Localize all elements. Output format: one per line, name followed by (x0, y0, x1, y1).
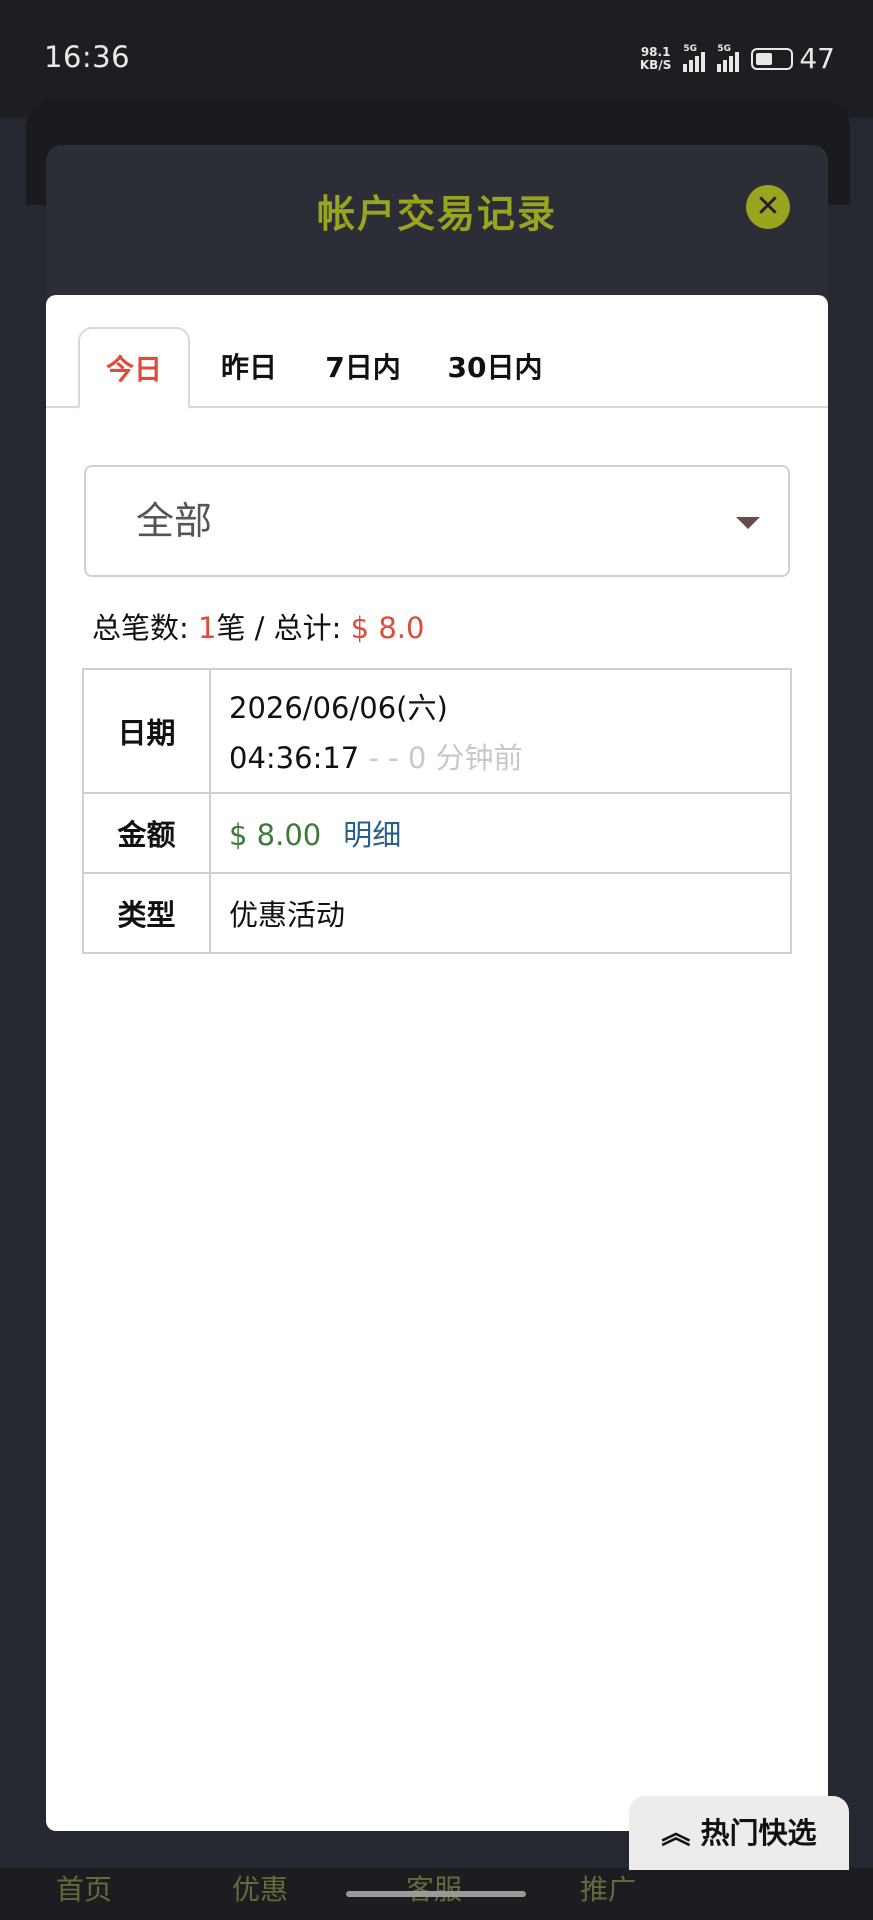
time-value: 04:36:17 (229, 741, 360, 775)
date-range-tabs: 今日 昨日 7日内 30日内 (46, 295, 828, 409)
table-row: 金额 $ 8.00 明细 (82, 792, 792, 874)
caret-down-icon (736, 517, 760, 529)
bg-nav-promo: 优惠 (232, 1873, 289, 1906)
net-speed-value: 98.1 (640, 44, 671, 59)
count-value: 1 (198, 611, 217, 645)
bg-nav-referral: 推广 (580, 1873, 637, 1906)
network-speed: 98.1 KB/S (639, 44, 672, 72)
amount-cell: $ 8.00 明细 (209, 792, 792, 874)
close-icon[interactable]: ✕ (746, 185, 790, 229)
time-ago: - - 0 分钟前 (359, 741, 523, 775)
date-cell: 2026/06/06(六) 04:36:17 - - 0 分钟前 (209, 668, 792, 794)
detail-link[interactable]: 明细 (343, 818, 401, 852)
tab-7-days[interactable]: 7日内 (308, 327, 418, 409)
sim2-label: 5G (717, 43, 732, 54)
summary-line: 总笔数: 1笔 / 总计: $ 8.0 (92, 605, 424, 647)
type-value: 优惠活动 (209, 872, 792, 954)
date-label: 日期 (82, 668, 211, 794)
count-unit: 笔 / 总计: (216, 611, 351, 645)
hot-quick-label: 热门快选 (700, 1816, 817, 1850)
type-filter-select[interactable]: 全部 (84, 465, 790, 577)
tab-30-days[interactable]: 30日内 (432, 327, 558, 409)
bg-nav-service: 客服 (406, 1873, 463, 1906)
tab-yesterday[interactable]: 昨日 (204, 327, 294, 409)
battery-level: 47 (799, 42, 835, 75)
type-label: 类型 (82, 872, 211, 954)
net-speed-unit: KB/S (639, 57, 672, 72)
modal-title: 帐户交易记录 (316, 192, 557, 236)
record-panel: 今日 昨日 7日内 30日内 全部 总笔数: 1笔 / 总计: $ 8.0 日期… (46, 295, 828, 1831)
status-time: 16:36 (44, 40, 131, 74)
table-row: 类型 优惠活动 (82, 872, 792, 954)
table-row: 日期 2026/06/06(六) 04:36:17 - - 0 分钟前 (82, 668, 792, 794)
total-value: $ 8.0 (350, 611, 425, 645)
select-value: 全部 (136, 499, 213, 543)
count-label: 总笔数: (92, 611, 198, 645)
tab-today[interactable]: 今日 (78, 327, 190, 409)
battery-indicator: 47 (751, 42, 835, 75)
chevron-up-icon: ︽ (661, 1816, 691, 1850)
transaction-table: 日期 2026/06/06(六) 04:36:17 - - 0 分钟前 金额 $… (82, 668, 792, 954)
amount-label: 金额 (82, 792, 211, 874)
status-icons: 98.1 KB/S 5G 5G 47 (640, 42, 835, 75)
home-indicator[interactable] (346, 1891, 526, 1897)
transaction-record-modal: 帐户交易记录 ✕ 今日 昨日 7日内 30日内 全部 总笔数: 1笔 / 总计:… (46, 145, 828, 1831)
date-value: 2026/06/06(六) (229, 691, 448, 725)
signal-icon: 5G (717, 43, 740, 72)
hot-quick-select-button[interactable]: ︽ 热门快选 (629, 1796, 849, 1870)
signal-icon: 5G (683, 43, 706, 72)
battery-icon (751, 47, 794, 70)
sim1-label: 5G (683, 43, 698, 54)
bg-nav-home: 首页 (56, 1873, 113, 1906)
amount-value: $ 8.00 (229, 818, 322, 852)
